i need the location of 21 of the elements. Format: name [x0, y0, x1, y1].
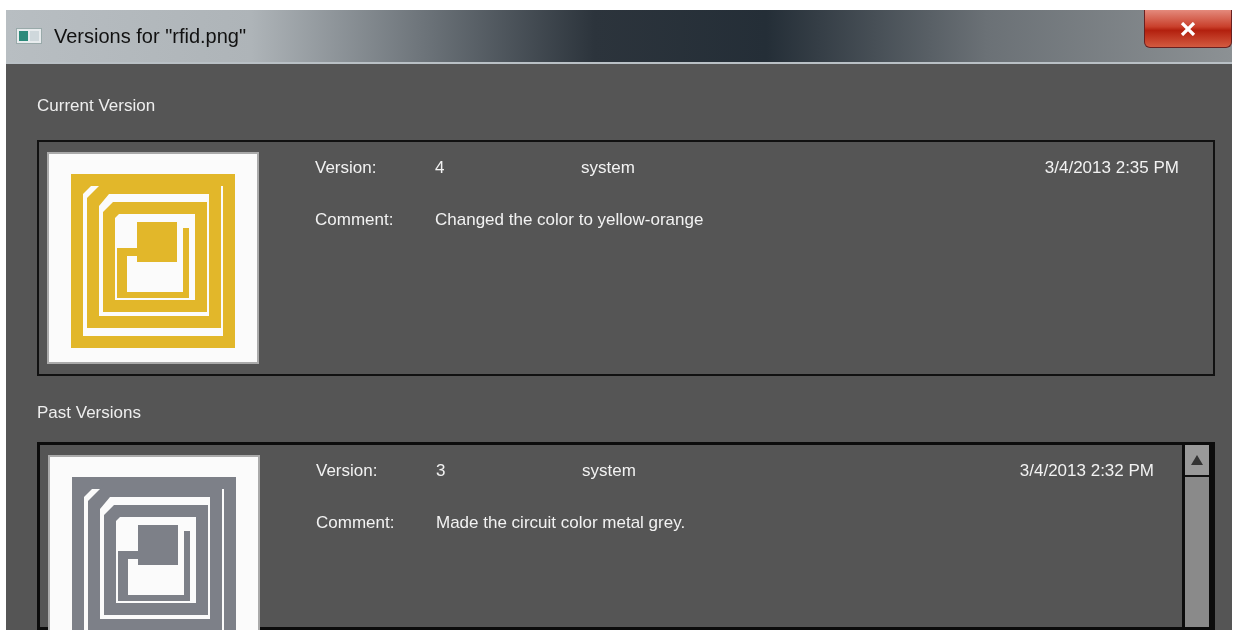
scrollbar[interactable]	[1182, 445, 1212, 627]
section-heading: Past Versions	[37, 402, 142, 424]
version-user: system	[581, 158, 636, 179]
window-title: Versions for "rfid.png"	[54, 24, 247, 48]
version-date: 3/4/2013 2:32 PM	[1019, 461, 1154, 482]
close-icon	[1180, 21, 1196, 36]
comment-label: Comment:	[315, 210, 395, 231]
close-button[interactable]	[1144, 10, 1232, 48]
version-comment: Changed the color to yellow-orange	[435, 210, 705, 231]
app-icon	[16, 28, 42, 44]
version-label: Version:	[315, 158, 378, 179]
version-user: system	[582, 461, 637, 482]
version-label: Version:	[316, 461, 379, 482]
comment-label: Comment:	[316, 513, 396, 534]
section-heading: Current Version	[37, 95, 157, 117]
version-comment: Made the circuit color metal grey.	[436, 513, 687, 534]
version-number: 4	[435, 158, 446, 179]
version-number: 3	[436, 461, 447, 482]
up-arrow-icon	[1191, 455, 1203, 465]
version-date: 3/4/2013 2:35 PM	[1044, 158, 1179, 179]
scroll-up-button[interactable]	[1185, 445, 1209, 477]
